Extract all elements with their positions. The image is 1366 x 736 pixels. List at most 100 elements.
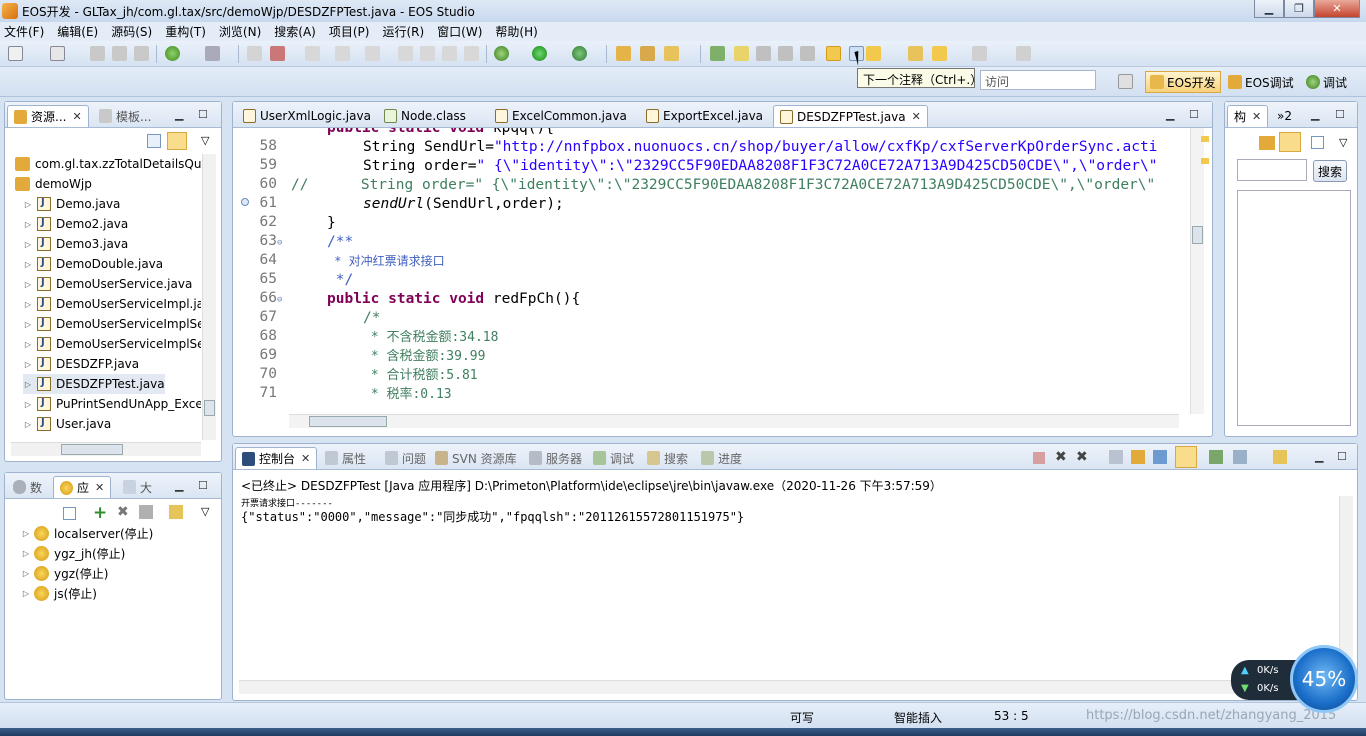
minimize-view-icon[interactable]: ▁ (1311, 108, 1319, 121)
tab-search[interactable]: 搜索 (641, 447, 694, 469)
explorer-hscroll-thumb[interactable] (61, 444, 123, 455)
expand-icon[interactable]: ▷ (23, 300, 33, 309)
maximize-view-icon[interactable]: ☐ (198, 479, 208, 492)
menu-run[interactable]: 运行(R) (382, 23, 424, 40)
filter-icon[interactable] (1279, 132, 1301, 152)
tab-resources[interactable]: 资源... ✕ (7, 105, 89, 127)
minimize-editor-icon[interactable]: ▁ (1166, 108, 1174, 121)
forward-icon[interactable] (365, 46, 380, 61)
tab-node-class[interactable]: Node.class (378, 105, 472, 127)
tree-item-file[interactable]: ▷Demo.java (23, 194, 120, 214)
new-icon[interactable] (8, 46, 23, 61)
display-selected-icon[interactable] (1209, 450, 1223, 464)
tab-desdzfptest[interactable]: DESDZFPTest.java ✕ (773, 105, 928, 127)
expand-icon[interactable]: ▷ (23, 420, 33, 429)
tree-item-package[interactable]: com.gl.tax.zzTotalDetailsQu (11, 154, 201, 174)
open-perspective-icon[interactable] (1118, 74, 1133, 89)
settings-icon[interactable] (205, 46, 220, 61)
run-external-icon[interactable] (572, 46, 587, 61)
new-console-icon[interactable] (1273, 450, 1287, 464)
tab-console[interactable]: 控制台 ✕ (235, 447, 318, 469)
search-button[interactable]: 搜索 (1313, 160, 1347, 182)
tree-item-package[interactable]: demoWjp (11, 174, 92, 194)
last-edit-icon[interactable] (908, 46, 923, 61)
expand-icon[interactable]: ▷ (23, 260, 33, 269)
mark-icon[interactable] (710, 46, 725, 61)
server-item[interactable]: ▷ ygz(停止) (21, 563, 108, 583)
minimize-view-icon[interactable]: ▁ (175, 479, 183, 492)
clear-console-icon[interactable] (1109, 450, 1123, 464)
pin-console-icon[interactable] (1175, 446, 1197, 468)
pin-editor-icon[interactable] (1016, 46, 1031, 61)
expand-icon[interactable]: ▷ (21, 569, 31, 578)
perspective-eos-dev[interactable]: EOS开发 (1145, 71, 1221, 93)
new-folder-icon[interactable] (169, 505, 183, 519)
tree-item-file[interactable]: ▷DESDZFP.java (23, 354, 139, 374)
whitespace-icon[interactable] (778, 46, 793, 61)
menu-refactor[interactable]: 重构(T) (165, 23, 206, 40)
link-editor-icon[interactable] (167, 132, 187, 150)
tree-item-file[interactable]: ▷Demo2.java (23, 214, 128, 234)
tab-servers[interactable]: 服务器 (523, 447, 588, 469)
code-area[interactable]: public static void kpqq(){ 58 String Sen… (233, 128, 1179, 414)
collapse-icon[interactable] (63, 507, 76, 520)
view-menu-icon[interactable]: ▽ (1339, 136, 1347, 149)
menu-help[interactable]: 帮助(H) (495, 23, 537, 40)
editor-vscroll[interactable] (1190, 128, 1204, 414)
expand-icon[interactable]: ▷ (23, 240, 33, 249)
tree-item-file[interactable]: ▷PuPrintSendUnApp_Exce (23, 394, 201, 414)
step-icon[interactable] (398, 46, 413, 61)
redo-icon[interactable] (335, 46, 350, 61)
server-item[interactable]: ▷ ygz_jh(停止) (21, 543, 125, 563)
tab-properties[interactable]: 属性 (319, 447, 372, 469)
close-tab-icon[interactable]: ✕ (301, 452, 310, 465)
debug-icon[interactable] (494, 46, 509, 61)
run-icon[interactable] (532, 46, 547, 61)
menu-project[interactable]: 项目(P) (329, 23, 370, 40)
editor-vscroll-thumb[interactable] (1192, 226, 1203, 244)
maximize-view-icon[interactable]: ☐ (1337, 450, 1347, 463)
outline-search-input[interactable] (1237, 159, 1307, 181)
menu-navigate[interactable]: 浏览(N) (219, 23, 261, 40)
close-tab-icon[interactable]: ✕ (912, 110, 921, 123)
close-button[interactable]: ✕ (1314, 0, 1360, 18)
expand-icon[interactable]: ▷ (21, 589, 31, 598)
pilcrow-icon[interactable] (800, 46, 815, 61)
tab-applications[interactable]: 应 ✕ (53, 476, 112, 498)
open-resource-icon[interactable] (640, 46, 655, 61)
tree-item-file-selected[interactable]: ▷DESDZFPTest.java (23, 374, 165, 394)
expand-icon[interactable]: ▷ (23, 400, 33, 409)
quick-access-input[interactable]: 访问 (980, 70, 1096, 90)
expand-icon[interactable]: ▷ (23, 380, 33, 389)
undo-icon[interactable] (305, 46, 320, 61)
explorer-vscroll-thumb[interactable] (204, 400, 215, 416)
add-server-icon[interactable]: + (93, 503, 107, 523)
perspective-debug[interactable]: 调试 (1302, 71, 1351, 93)
tab-debug[interactable]: 调试 (587, 447, 640, 469)
minimize-button[interactable]: ▁ (1254, 0, 1284, 18)
perspective-eos-debug[interactable]: EOS调试 (1224, 71, 1298, 93)
tab-svn[interactable]: SVN 资源库 (429, 447, 523, 469)
remove-launch-icon[interactable]: ✖ (1055, 449, 1067, 465)
expand-icon[interactable]: ▷ (23, 200, 33, 209)
expand-icon[interactable]: ▷ (23, 280, 33, 289)
collapse-all-icon[interactable] (147, 134, 161, 148)
memory-gauge[interactable]: 45% (1290, 645, 1358, 713)
view-menu-icon[interactable]: ▽ (201, 505, 209, 518)
menu-file[interactable]: 文件(F) (4, 23, 44, 40)
pause-icon[interactable] (420, 46, 435, 61)
tree-item-file[interactable]: ▷DemoUserService.java (23, 274, 192, 294)
new-project-icon[interactable] (50, 46, 65, 61)
tree-item-file[interactable]: ▷Demo3.java (23, 234, 128, 254)
menu-search[interactable]: 搜索(A) (274, 23, 316, 40)
toggle-icon[interactable] (247, 46, 262, 61)
menu-edit[interactable]: 编辑(E) (57, 23, 98, 40)
fold-icon[interactable]: ⊖ (277, 295, 282, 305)
tab-problems[interactable]: 问题 (379, 447, 432, 469)
tree-item-file[interactable]: ▷DemoUserServiceImplSe (23, 334, 201, 354)
console-hscroll[interactable] (239, 680, 1339, 694)
minimize-view-icon[interactable]: ▁ (175, 108, 183, 121)
server-item[interactable]: ▷ js(停止) (21, 583, 97, 603)
save-all-icon[interactable] (112, 46, 127, 61)
expand-icon[interactable]: ▷ (23, 320, 33, 329)
